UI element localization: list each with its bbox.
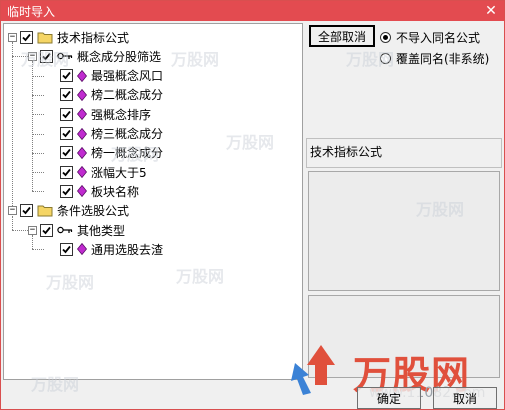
- tree-connector: [12, 56, 28, 58]
- tree-node-checkbox[interactable]: [60, 184, 73, 198]
- formula-diamond-icon: [77, 243, 87, 256]
- tree-node-label: 其他类型: [77, 223, 126, 238]
- tree-connector: [32, 249, 44, 251]
- tree-node[interactable]: 最强概念风口: [60, 67, 163, 85]
- formula-diamond-icon: [77, 146, 87, 159]
- tree-connector: [32, 114, 44, 116]
- tree-connector: [12, 42, 13, 206]
- tree-node-checkbox[interactable]: [60, 69, 73, 83]
- tree-connector: [32, 94, 44, 96]
- close-icon[interactable]: ✕: [482, 2, 500, 20]
- radio-selected-dot: [383, 35, 388, 40]
- tree-node-checkbox[interactable]: [60, 88, 73, 102]
- formula-description-box[interactable]: [308, 171, 500, 291]
- options-pane: 全部取消 不导入同名公式 覆盖同名(非系统) 技术指标公式: [306, 23, 502, 380]
- import-dialog: 临时导入 ✕ − 技术指标公式 − 概念成分股筛选最强概念风口 榜二概念成分 强概念排序榜…: [0, 0, 505, 410]
- tree-node[interactable]: − 其他类型: [28, 221, 125, 239]
- tree-node[interactable]: − 条件选股公式: [8, 202, 129, 220]
- tree-connector: [32, 191, 44, 193]
- radio-skip-same-name[interactable]: 不导入同名公式: [380, 29, 480, 46]
- tree-node-label: 涨幅大于5: [91, 165, 147, 180]
- tree-expander[interactable]: −: [8, 32, 17, 42]
- tree-node[interactable]: 榜一概念成分: [60, 144, 163, 162]
- radio-skip-same-name-indicator[interactable]: [380, 32, 391, 43]
- formula-diamond-icon: [77, 69, 87, 82]
- tree-node-label: 板块名称: [91, 184, 140, 199]
- radio-overwrite-same-name-label: 覆盖同名(非系统): [396, 52, 490, 66]
- ok-button[interactable]: 确定: [357, 387, 421, 409]
- tree-connector: [32, 75, 44, 77]
- tree-node-checkbox[interactable]: [60, 107, 73, 121]
- tree-node[interactable]: − 概念成分股筛选: [28, 47, 161, 65]
- tree-expander[interactable]: −: [8, 206, 17, 216]
- tree-node-label: 榜二概念成分: [91, 88, 164, 103]
- tree-node[interactable]: 涨幅大于5: [60, 163, 147, 181]
- tree-connector: [32, 61, 33, 192]
- title-bar[interactable]: 临时导入 ✕: [1, 1, 504, 21]
- tree-expander[interactable]: −: [28, 225, 37, 235]
- window-title: 临时导入: [7, 4, 56, 19]
- formula-diamond-icon: [77, 185, 87, 198]
- tree-connector: [32, 172, 44, 174]
- tree-node-label: 技术指标公式: [57, 30, 130, 45]
- tree-node-label: 最强概念风口: [91, 69, 164, 84]
- formula-diamond-icon: [77, 166, 87, 179]
- tree-node[interactable]: − 技术指标公式: [8, 28, 129, 46]
- tree-node[interactable]: 板块名称: [60, 182, 139, 200]
- tree-expander[interactable]: −: [28, 51, 37, 61]
- brand-logo-icon: [291, 345, 335, 395]
- key-icon: [57, 53, 73, 60]
- cancel-all-button[interactable]: 全部取消: [309, 25, 375, 47]
- tree-node-label: 通用选股去渣: [91, 242, 164, 257]
- radio-overwrite-same-name[interactable]: 覆盖同名(非系统): [380, 50, 489, 67]
- radio-overwrite-same-name-indicator[interactable]: [380, 53, 391, 64]
- tree-node-label: 概念成分股筛选: [77, 49, 162, 64]
- tree-node-checkbox[interactable]: [60, 242, 73, 256]
- tree-connector: [12, 215, 13, 230]
- tree-node[interactable]: 通用选股去渣: [60, 240, 163, 258]
- cancel-button[interactable]: 取消: [433, 387, 497, 409]
- formula-diamond-icon: [77, 108, 87, 121]
- tree-node-label: 条件选股公式: [57, 204, 130, 219]
- tree-node-label: 强概念排序: [91, 107, 152, 122]
- tree-node-checkbox[interactable]: [40, 49, 53, 63]
- tree-node-checkbox[interactable]: [20, 30, 33, 44]
- tree-node[interactable]: 强概念排序: [60, 105, 151, 123]
- tree-connector: [32, 133, 44, 135]
- tree-node[interactable]: 榜二概念成分: [60, 86, 163, 104]
- key-icon: [57, 226, 73, 234]
- tree-node-label: 榜一概念成分: [91, 146, 164, 161]
- tree-connector: [12, 230, 28, 231]
- section-label: 技术指标公式: [310, 145, 383, 159]
- tree-node-label: 榜三概念成分: [91, 127, 164, 141]
- folder-icon: [37, 32, 53, 43]
- section-header-panel: 技术指标公式: [306, 138, 502, 168]
- radio-skip-same-name-label: 不导入同名公式: [396, 31, 481, 45]
- tree-node-checkbox[interactable]: [60, 146, 73, 160]
- tree-connector: [32, 152, 44, 154]
- tree-node[interactable]: 榜三概念成分: [60, 125, 163, 143]
- tree-node-checkbox[interactable]: [60, 127, 73, 140]
- formula-diamond-icon: [77, 127, 87, 140]
- tree-node-checkbox[interactable]: [20, 204, 33, 218]
- formula-tree[interactable]: − 技术指标公式 − 概念成分股筛选最强概念风口 榜二概念成分 强概念排序榜三概念成分 榜一…: [3, 23, 303, 380]
- folder-icon: [37, 205, 53, 217]
- tree-node-checkbox[interactable]: [40, 223, 53, 237]
- formula-diamond-icon: [77, 88, 87, 101]
- tree-node-checkbox[interactable]: [60, 165, 73, 179]
- tree-connector: [32, 235, 33, 250]
